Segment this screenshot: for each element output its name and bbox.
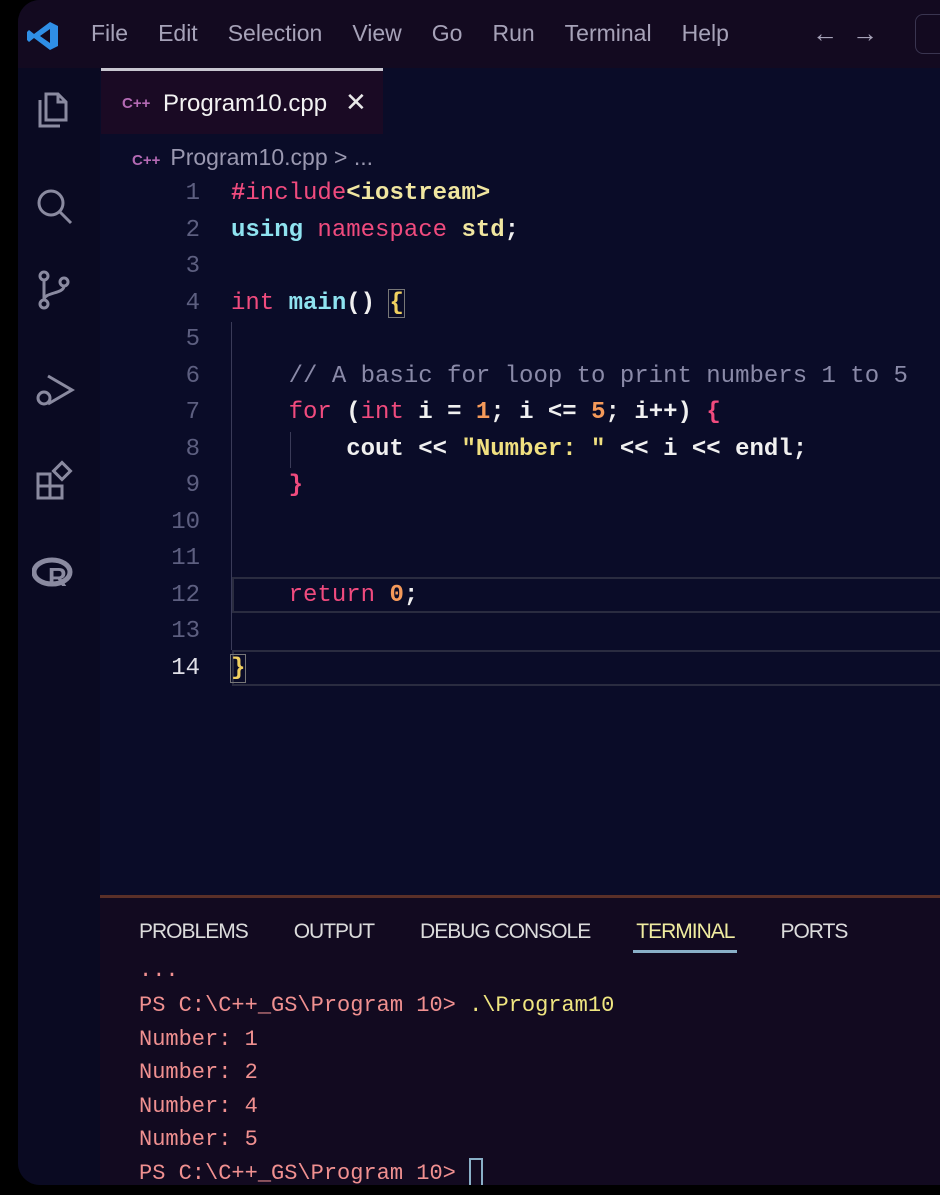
source-control-icon[interactable] [32,268,76,312]
run-debug-icon[interactable] [32,368,76,412]
menu-view[interactable]: View [352,20,401,47]
line-number: 11 [171,545,200,572]
editor-tab-bar: C++ Program10.cpp ✕ [100,68,940,134]
menu-run[interactable]: Run [492,20,534,47]
close-icon[interactable]: ✕ [345,87,367,118]
line-number: 4 [185,289,200,317]
code-line: #include<iostream> [231,180,491,207]
breadcrumb-file[interactable]: Program10.cpp [170,144,327,170]
command-center-search[interactable] [915,14,940,54]
code-line: cout << "Number: " << i << endl; [231,435,808,463]
terminal-output: Number: 4 [139,1093,258,1119]
code-line: // A basic for loop to print numbers 1 t… [288,362,908,390]
line-number: 5 [185,326,200,353]
menu-bar: File Edit Selection View Go Run Terminal… [18,0,940,68]
line-number: 2 [185,216,200,244]
tab-label: Program10.cpp [163,90,328,117]
line-number: 10 [171,508,200,536]
tab-debug-console[interactable]: DEBUG CONSOLE [420,920,591,953]
line-number: 12 [171,581,200,609]
menu-selection[interactable]: Selection [228,20,323,47]
terminal-line: PS C:\C++_GS\Program 10> .\Program10 [139,993,615,1018]
tab-program10-cpp[interactable]: C++ Program10.cpp ✕ [101,68,383,134]
breadcrumb-rest[interactable]: > ... [328,144,373,170]
terminal-command: .\Program10 [469,993,615,1018]
search-icon[interactable] [32,184,76,228]
back-arrow-icon[interactable]: ← [812,18,852,48]
explorer-icon[interactable] [32,88,76,132]
line-number: 8 [185,435,200,463]
terminal-ellipsis: ... [139,958,179,983]
line-number: 9 [185,472,200,499]
tab-ports[interactable]: PORTS [780,920,848,953]
code-line: for (int i = 1; i <= 5; i++) { [288,399,721,426]
terminal-output: Number: 1 [139,1026,258,1052]
menu-help[interactable]: Help [682,20,729,47]
menu-file[interactable]: File [91,20,128,47]
terminal-cursor [469,1158,484,1185]
line-number: 14 [171,654,200,682]
cpp-file-icon: C++ [122,95,151,112]
activity-bar: R [18,68,100,1185]
terminal-output: Number: 2 [139,1060,258,1086]
vscode-window: File Edit Selection View Go Run Terminal… [18,0,940,1185]
tab-output[interactable]: OUTPUT [294,920,375,953]
line-number: 6 [185,362,200,390]
r-extension-icon[interactable]: R [32,552,76,596]
menu-terminal[interactable]: Terminal [565,20,652,47]
line-highlight [232,650,940,686]
terminal[interactable]: ... PS C:\C++_GS\Program 10> .\Program10… [139,958,615,1185]
breadcrumb[interactable]: C++ Program10.cpp > ... [132,144,373,171]
cpp-file-icon: C++ [132,152,161,169]
menu-edit[interactable]: Edit [158,20,198,47]
code-line: } [229,653,247,683]
svg-text:R: R [48,562,67,592]
extensions-icon[interactable] [32,460,76,504]
line-number: 7 [185,399,200,426]
vscode-logo-icon [27,22,58,50]
code-line: int main() { [231,288,405,318]
line-number: 13 [171,618,200,645]
tab-terminal[interactable]: TERMINAL [633,920,738,953]
tab-problems[interactable]: PROBLEMS [139,920,249,953]
terminal-output: Number: 5 [139,1127,258,1153]
menu-go[interactable]: Go [432,20,463,47]
code-line: using namespace std; [231,216,520,244]
terminal-line: PS C:\C++_GS\Program 10> [139,1157,614,1185]
code-line: } [288,472,304,499]
line-number: 3 [185,253,200,280]
code-line: return 0; [288,581,419,609]
line-number: 1 [185,180,200,207]
bottom-panel: PROBLEMS OUTPUT DEBUG CONSOLE TERMINAL P… [100,895,940,1185]
forward-arrow-icon[interactable]: → [852,18,892,48]
